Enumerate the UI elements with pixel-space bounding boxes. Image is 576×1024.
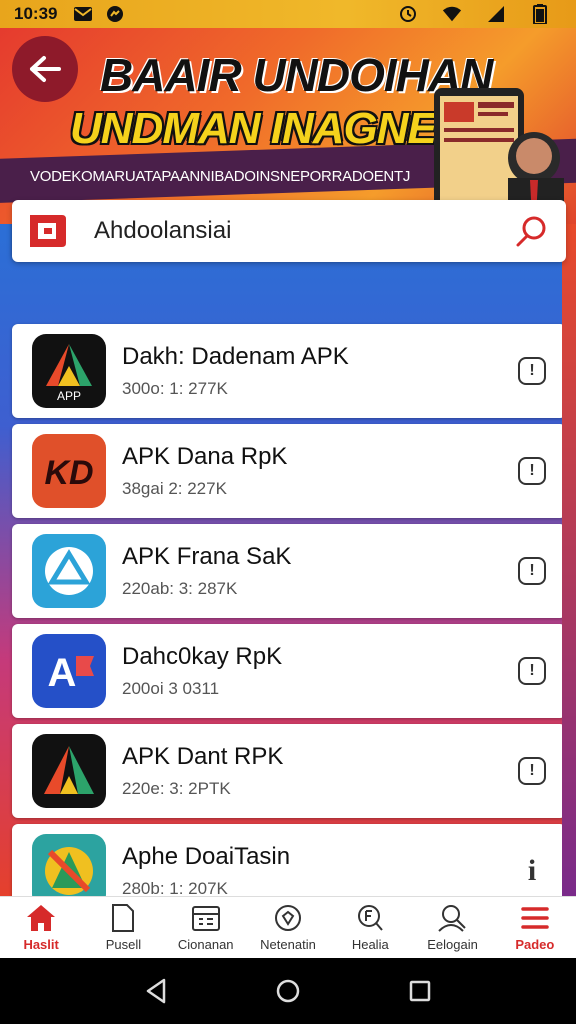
- app-meta: 220e: 3: 2PTK: [122, 779, 231, 798]
- info-icon: !: [529, 362, 535, 379]
- banner-tagline: VODEKOMARUATAPAANNIBADOINSNEPORRADOENTJ: [30, 168, 411, 185]
- a-flag-icon: A: [32, 634, 106, 708]
- nav-label: Netenatin: [260, 937, 316, 952]
- document-icon: [107, 903, 139, 933]
- messenger-icon: [105, 5, 125, 23]
- prism-dark-icon: [32, 734, 106, 808]
- nav-item-menu[interactable]: Padeo: [494, 897, 576, 958]
- system-home-button[interactable]: [268, 971, 308, 1011]
- app-list-area[interactable]: APK 300o: 3: 177K ! APP Dakh: Dadenam AP…: [0, 224, 576, 896]
- app-name: APK Dant RPK: [122, 743, 284, 770]
- app-list-item[interactable]: KD APK Dana RpK 38gai 2: 227K !: [12, 424, 566, 518]
- user-search-icon: [437, 903, 469, 933]
- status-bar: 10:39: [0, 0, 576, 28]
- nav-label: Pusell: [105, 937, 142, 952]
- shield-icon: [272, 903, 304, 933]
- app-name: APK Frana SaK: [122, 543, 292, 570]
- nav-item-home[interactable]: Haslit: [0, 897, 82, 958]
- triangle-back-icon: [146, 978, 166, 1004]
- nav-item-calendar[interactable]: Cionanan: [165, 897, 247, 958]
- bottom-navigation: Haslit Pusell Cionanan Netenatin Healia …: [0, 896, 576, 958]
- app-list-item[interactable]: APP Dakh: Dadenam APK 300o: 1: 277K !: [12, 324, 566, 418]
- info-icon: !: [529, 562, 535, 579]
- circle-prism-icon: [32, 834, 106, 896]
- app-name: Dahc0kay RpK: [122, 643, 283, 670]
- nav-item-shield[interactable]: Netenatin: [247, 897, 329, 958]
- app-meta: 200oi 3 0311: [122, 679, 220, 698]
- app-text: Aphe DoaiTasin 280b: 1: 207K: [122, 843, 518, 896]
- info-button[interactable]: !: [518, 357, 546, 385]
- search-input[interactable]: Ahdoolansiai: [94, 217, 512, 245]
- app-list-item[interactable]: APK Dant RPK 220e: 3: 2PTK !: [12, 724, 566, 818]
- nav-label: Eelogain: [427, 937, 478, 952]
- info-icon: !: [529, 662, 535, 679]
- app-text: Dahc0kay RpK 200oi 3 0311: [122, 643, 518, 699]
- info-icon[interactable]: i: [518, 851, 546, 891]
- nav-label: Haslit: [23, 937, 59, 952]
- battery-icon: [530, 4, 550, 24]
- search-button[interactable]: [512, 211, 552, 251]
- info-button[interactable]: !: [518, 657, 546, 685]
- system-recents-button[interactable]: [400, 971, 440, 1011]
- app-logo-icon: [30, 215, 66, 247]
- circle-home-icon: [276, 979, 300, 1003]
- arrow-left-icon: [30, 56, 61, 82]
- file-search-icon: [354, 903, 386, 933]
- info-button[interactable]: !: [518, 757, 546, 785]
- nav-label: Padeo: [515, 937, 555, 952]
- nav-item-user-search[interactable]: Eelogain: [411, 897, 493, 958]
- app-text: APK Dant RPK 220e: 3: 2PTK: [122, 743, 518, 799]
- app-meta: 220ab: 3: 287K: [122, 579, 238, 598]
- app-prism-icon: APP: [32, 334, 106, 408]
- nav-item-document[interactable]: Pusell: [82, 897, 164, 958]
- tablet-promo-image: [434, 88, 564, 218]
- system-back-button[interactable]: [136, 971, 176, 1011]
- info-icon: !: [529, 462, 535, 479]
- square-recents-icon: [409, 980, 431, 1002]
- app-text: APK Frana SaK 220ab: 3: 287K: [122, 543, 518, 599]
- wifi-icon: [442, 5, 462, 23]
- app-name: APK Dana RpK: [122, 443, 288, 470]
- status-time: 10:39: [14, 4, 58, 23]
- signal-icon: [486, 5, 506, 23]
- info-button[interactable]: !: [518, 557, 546, 585]
- nav-label: Healia: [351, 937, 389, 952]
- nav-item-file-search[interactable]: Healia: [329, 897, 411, 958]
- menu-icon: [519, 903, 551, 933]
- app-text: APK Dana RpK 38gai 2: 227K: [122, 443, 518, 499]
- app-name: Aphe DoaiTasin: [122, 843, 291, 870]
- kd-logo-icon: KD: [32, 434, 106, 508]
- app-list-item[interactable]: Aphe DoaiTasin 280b: 1: 207K i: [12, 824, 566, 896]
- app-text: Dakh: Dadenam APK 300o: 1: 277K: [122, 343, 518, 399]
- calendar-icon: [190, 903, 222, 933]
- system-navigation-bar: [0, 958, 576, 1024]
- svg-text:A: A: [48, 651, 77, 695]
- mail-icon: [73, 5, 93, 23]
- info-button[interactable]: !: [518, 457, 546, 485]
- triangle-star-icon: [32, 534, 106, 608]
- app-meta: 280b: 1: 207K: [122, 879, 228, 896]
- app-meta: 300o: 1: 277K: [122, 379, 228, 398]
- app-meta: 38gai 2: 227K: [122, 479, 227, 498]
- nav-label: Cionanan: [177, 937, 234, 952]
- info-icon: !: [529, 762, 535, 779]
- home-icon: [25, 903, 57, 933]
- search-bar[interactable]: Ahdoolansiai: [12, 200, 566, 262]
- svg-text:APP: APP: [57, 389, 81, 403]
- alarm-icon: [398, 5, 418, 23]
- app-list-item[interactable]: A Dahc0kay RpK 200oi 3 0311 !: [12, 624, 566, 718]
- app-name: Dakh: Dadenam APK: [122, 343, 349, 370]
- search-icon: [516, 216, 546, 247]
- app-list-item[interactable]: APK Frana SaK 220ab: 3: 287K !: [12, 524, 566, 618]
- header-banner: BAAIR UNDOIHAN UNDMAN INAGNESIE VODEKOMA…: [0, 28, 576, 224]
- back-button[interactable]: [12, 36, 78, 102]
- svg-text:KD: KD: [44, 454, 93, 492]
